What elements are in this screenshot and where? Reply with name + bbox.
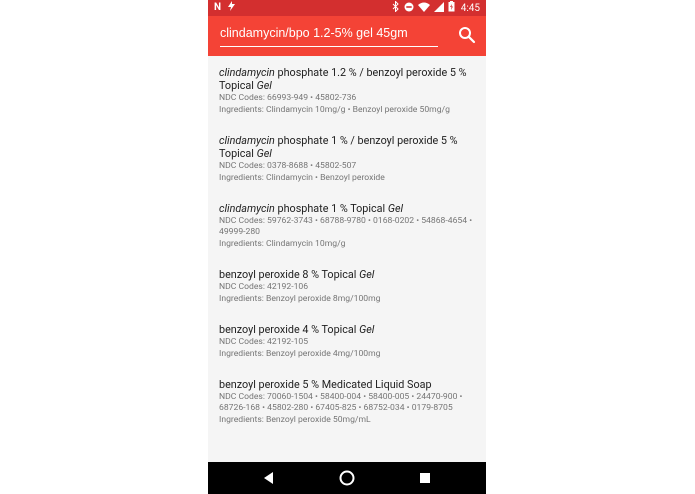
- result-title-part: clindamycin: [219, 202, 275, 215]
- wifi-icon: [417, 2, 430, 15]
- result-title-part: Gel: [359, 268, 375, 281]
- do-not-disturb-icon: [404, 2, 414, 15]
- result-title: clindamycin phosphate 1.2 % / benzoyl pe…: [219, 66, 476, 92]
- result-title: benzoyl peroxide 8 % Topical Gel: [219, 268, 476, 281]
- result-title-part: Gel: [256, 79, 272, 92]
- result-title-part: Gel: [256, 147, 272, 160]
- search-input[interactable]: [220, 22, 438, 47]
- result-title-part: clindamycin: [219, 66, 275, 79]
- result-item[interactable]: clindamycin phosphate 1.2 % / benzoyl pe…: [208, 56, 486, 124]
- ingredients: Ingredients: Benzoyl peroxide 4mg/100mg: [219, 349, 381, 359]
- search-icon[interactable]: [458, 26, 476, 44]
- result-title: clindamycin phosphate 1 % / benzoyl pero…: [219, 134, 476, 160]
- ingredients: Ingredients: Clindamycin • Benzoyl perox…: [219, 173, 385, 183]
- ingredients: Ingredients: Benzoyl peroxide 8mg/100mg: [219, 294, 381, 304]
- phone-screen: N 4:45 clindamycin/bpo 1.2-5% gel 45gm c…: [208, 0, 486, 494]
- lightning-icon: [227, 1, 236, 14]
- result-item[interactable]: benzoyl peroxide 8 % Topical Gel NDC Code…: [208, 258, 486, 313]
- result-title-part: phosphate 1 % Topical: [274, 202, 388, 215]
- result-title: benzoyl peroxide 5 % Medicated Liquid So…: [219, 378, 476, 391]
- ndc-codes: NDC Codes: 42192-105: [219, 337, 309, 347]
- ndc-codes: NDC Codes: 42192-106: [219, 282, 309, 292]
- result-item[interactable]: clindamycin phosphate 1 % / benzoyl pero…: [208, 124, 486, 192]
- result-title: clindamycin phosphate 1 % Topical Gel: [219, 202, 476, 215]
- result-title-part: benzoyl peroxide 5 % Medicated Liquid So…: [219, 378, 432, 391]
- results-list: clindamycin phosphate 1.2 % / benzoyl pe…: [208, 56, 486, 462]
- result-title-part: Gel: [359, 323, 375, 336]
- ingredients: Ingredients: Clindamycin 10mg/g: [219, 239, 346, 249]
- ndc-codes: NDC Codes: 66993-949 • 45802-736: [219, 93, 357, 103]
- ndc-codes: NDC Codes: 59762-3743 • 68788-9780 • 016…: [219, 216, 473, 237]
- result-item[interactable]: benzoyl peroxide 5 % Medicated Liquid So…: [208, 368, 486, 434]
- result-item[interactable]: clindamycin phosphate 1 % Topical Gel NDC…: [208, 192, 486, 258]
- battery-icon: [448, 1, 455, 15]
- ingredients: Ingredients: Clindamycin 10mg/g • Benzoy…: [219, 105, 450, 115]
- home-icon[interactable]: [338, 469, 356, 487]
- result-title-part: benzoyl peroxide 4 % Topical: [219, 323, 360, 336]
- status-left: N: [214, 1, 236, 14]
- status-time: 4:45: [460, 2, 480, 14]
- recents-icon[interactable]: [416, 469, 434, 487]
- back-icon[interactable]: [260, 469, 278, 487]
- search-toolbar: [208, 16, 486, 56]
- ingredients: Ingredients: Benzoyl peroxide 50mg/mL: [219, 415, 371, 425]
- ndc-codes: NDC Codes: 70060-1504 • 58400-004 • 5840…: [219, 392, 463, 413]
- result-item[interactable]: benzoyl peroxide 4 % Topical Gel NDC Code…: [208, 313, 486, 368]
- result-title-part: Gel: [387, 202, 404, 215]
- bluetooth-icon: [392, 0, 400, 15]
- n-icon: N: [214, 2, 222, 13]
- signal-icon: [433, 1, 444, 15]
- navigation-bar: [208, 462, 486, 494]
- status-right: 4:45: [392, 0, 480, 15]
- ndc-codes: NDC Codes: 0378-8688 • 45802-507: [219, 161, 357, 171]
- result-title: benzoyl peroxide 4 % Topical Gel: [219, 323, 476, 336]
- result-title-part: benzoyl peroxide 8 % Topical: [219, 268, 360, 281]
- status-bar: N 4:45: [208, 0, 486, 16]
- result-title-part: clindamycin: [219, 134, 275, 147]
